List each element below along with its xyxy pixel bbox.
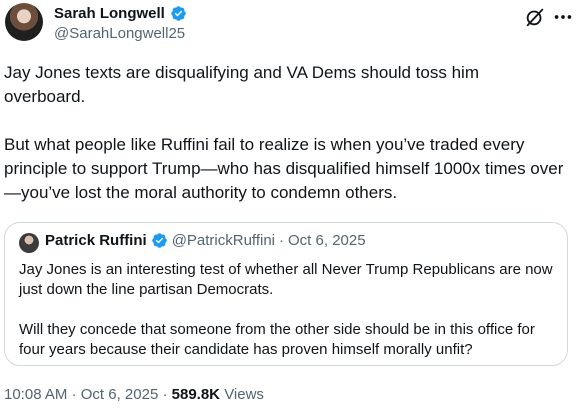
quoted-tweet-header: Patrick Ruffini @PatrickRuffini · Oct 6,… xyxy=(45,232,366,249)
verified-badge-icon xyxy=(171,6,186,21)
views-label: Views xyxy=(224,386,264,403)
author-name-row: Sarah Longwell xyxy=(54,5,187,22)
author-handle[interactable]: @SarahLongwell25 xyxy=(54,25,185,42)
separator-dot: · xyxy=(71,386,77,403)
separator-dot: · xyxy=(279,232,285,249)
verified-badge-icon xyxy=(151,233,167,248)
quoted-tweet-text: Jay Jones is an interesting test of whet… xyxy=(19,261,553,358)
quoted-tweet-date: Oct 6, 2025 xyxy=(288,232,366,249)
quoted-author-avatar xyxy=(19,233,39,253)
tweet-date[interactable]: Oct 6, 2025 xyxy=(81,386,159,403)
author-avatar[interactable] xyxy=(5,3,43,41)
quoted-author-display-name: Patrick Ruffini xyxy=(45,232,147,249)
more-options-icon[interactable] xyxy=(552,6,574,28)
quoted-tweet-card[interactable]: Patrick Ruffini @PatrickRuffini · Oct 6,… xyxy=(4,222,568,366)
tweet-meta: 10:08 AM · Oct 6, 2025 · 589.8K Views xyxy=(4,386,264,403)
quoted-author-handle: @PatrickRuffini xyxy=(171,232,276,249)
views-count: 589.8K xyxy=(171,386,221,403)
tweet-text: Jay Jones texts are disqualifying and VA… xyxy=(4,63,564,202)
separator-dot: · xyxy=(162,386,168,403)
tweet-time[interactable]: 10:08 AM xyxy=(4,386,67,403)
grok-icon[interactable] xyxy=(524,6,546,28)
author-display-name[interactable]: Sarah Longwell xyxy=(54,5,165,22)
